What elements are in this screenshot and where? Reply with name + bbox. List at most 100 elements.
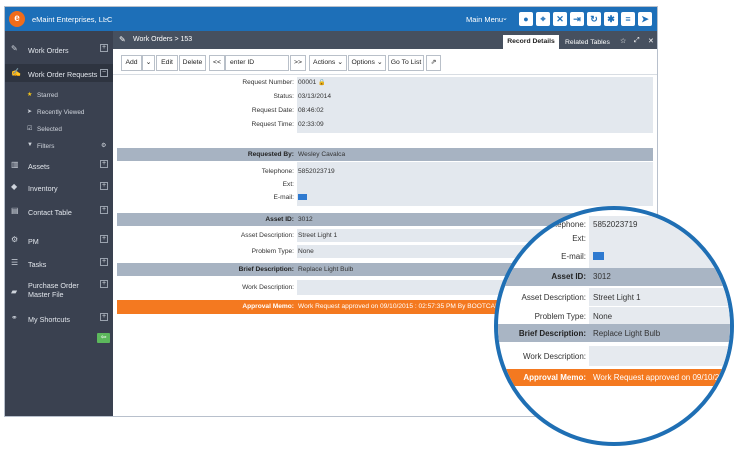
export-icon[interactable]: ⇗ (426, 55, 441, 71)
filter-icon: ▼ (27, 142, 33, 148)
next-record-button[interactable]: >> (290, 55, 306, 71)
gears-icon: ⚙ (11, 235, 19, 244)
brief-description-label: Brief Description: (238, 266, 294, 273)
add-button[interactable]: Add (121, 55, 142, 71)
refresh-icon[interactable]: ↻ (587, 12, 601, 26)
email-value[interactable] (298, 194, 307, 202)
sidebar-item-purchase-order-master-file[interactable]: ▰ Purchase Order Master File + (5, 279, 113, 303)
sidebar-subitem-recently-viewed[interactable]: ➤ Recently Viewed (5, 107, 113, 119)
expand-icon[interactable]: + (100, 235, 108, 243)
options-label: Options (351, 59, 375, 66)
chevron-down-icon: ⌄ (337, 59, 343, 66)
zoom-ext-label: Ext: (572, 234, 586, 243)
requested-by-value[interactable]: Wesley Cavalca (298, 151, 345, 158)
sidebar-item-tasks[interactable]: ☰ Tasks + (5, 257, 113, 271)
sidebar-item-label: Inventory (28, 184, 58, 193)
company-selector[interactable]: eMaint Enterprises, LLC (32, 15, 112, 24)
sidebar-subitem-selected[interactable]: ☑ Selected (5, 124, 113, 136)
pin-icon[interactable]: ⌖ (536, 12, 550, 26)
sidebar-item-label: Work Order Requests (28, 70, 98, 79)
user-icon[interactable]: ● (519, 12, 533, 26)
expand-icon[interactable]: + (100, 280, 108, 288)
record-toolbar: Add ⌄ Edit Delete << enter ID >> Actions… (113, 49, 657, 75)
check-icon: ☑ (27, 126, 33, 132)
tab-record-details[interactable]: Record Details (503, 35, 559, 49)
close-icon[interactable]: ✕ (553, 12, 567, 26)
main-menu-button[interactable]: Main Menu (466, 15, 503, 24)
ext-label: Ext: (282, 181, 294, 188)
sidebar-subitem-starred[interactable]: ★ Starred (5, 90, 113, 102)
link-icon: ⚭ (11, 313, 18, 322)
sidebar: ✎ Work Orders + ✍ Work Order Requests − … (5, 31, 113, 416)
options-menu[interactable]: Options ⌄ (348, 55, 386, 71)
chevron-down-icon[interactable]: ⌄ (502, 14, 508, 22)
previous-record-button[interactable]: << (209, 55, 225, 71)
asset-id-value[interactable]: 3012 (298, 216, 313, 223)
zoom-work-description-field (589, 346, 730, 366)
delete-button[interactable]: Delete (179, 55, 206, 71)
expand-icon[interactable]: + (100, 258, 108, 266)
contact-info-box (297, 162, 653, 206)
chevron-down-icon[interactable]: ⌄ (103, 14, 109, 22)
request-info-box (297, 77, 653, 133)
tab-related-tables[interactable]: Related Tables (565, 39, 610, 46)
sidebar-item-contact-table[interactable]: ▤ Contact Table + (5, 205, 113, 219)
collapse-sidebar-button[interactable]: ⇦ (97, 333, 110, 343)
request-date-value: 08:46:02 (298, 107, 324, 114)
menu-icon[interactable]: ≡ (621, 12, 635, 26)
sidebar-item-label: Contact Table (28, 208, 72, 217)
star-icon[interactable]: ☆ (620, 37, 626, 45)
zoom-email-value (593, 252, 604, 262)
requested-by-label: Requested By: (247, 151, 294, 158)
wrench-icon: ✎ (11, 44, 18, 53)
record-id-input[interactable]: enter ID (225, 55, 289, 71)
mail-icon[interactable] (298, 194, 307, 200)
expand-icon[interactable]: ⤢ (634, 37, 640, 45)
sidebar-subitem-label: Selected (37, 126, 62, 133)
email-label: E-mail: (273, 194, 294, 201)
zoom-approval-memo-label: Approval Memo: (523, 373, 586, 382)
settings-icon[interactable]: ✱ (604, 12, 618, 26)
expand-icon[interactable]: + (100, 182, 108, 190)
actions-label: Actions (313, 59, 336, 66)
sidebar-item-assets[interactable]: ▥ Assets + (5, 159, 113, 173)
barcode-icon: ▥ (11, 160, 19, 169)
requested-by-row: Requested By: Wesley Cavalca (117, 148, 653, 161)
expand-icon[interactable]: + (100, 206, 108, 214)
zoom-brief-description-label: Brief Description: (518, 329, 586, 338)
edit-button[interactable]: Edit (156, 55, 178, 71)
sidebar-item-work-orders[interactable]: ✎ Work Orders + (5, 43, 113, 57)
approval-memo-value: Work Request approved on 09/10/2015 : 02… (298, 303, 511, 310)
collapse-icon[interactable]: − (100, 69, 108, 77)
navigate-icon[interactable]: ➤ (638, 12, 652, 26)
sidebar-item-inventory[interactable]: ◆ Inventory + (5, 181, 113, 195)
tag-icon: ◆ (11, 182, 18, 191)
zoom-asset-description-value: Street Light 1 (593, 293, 641, 302)
close-icon[interactable]: ✕ (648, 37, 654, 45)
settings-icon[interactable]: ⚙ (101, 142, 106, 149)
sidebar-item-label: Work Orders (28, 46, 69, 55)
actions-menu[interactable]: Actions ⌄ (309, 55, 347, 71)
breadcrumb[interactable]: Work Orders > 153 (133, 36, 192, 43)
emaint-logo[interactable]: e (9, 11, 25, 27)
sidebar-item-my-shortcuts[interactable]: ⚭ My Shortcuts + (5, 312, 113, 326)
chevron-down-icon: ⌄ (145, 59, 152, 66)
expand-icon[interactable]: + (100, 160, 108, 168)
sidebar-item-label: My Shortcuts (28, 315, 70, 324)
go-to-list-button[interactable]: Go To List (388, 55, 424, 71)
logout-icon[interactable]: ⇥ (570, 12, 584, 26)
expand-icon[interactable]: + (100, 313, 108, 321)
list-icon: ☰ (11, 258, 19, 267)
asset-id-label: Asset ID: (265, 216, 294, 223)
expand-icon[interactable]: + (100, 44, 108, 52)
add-dropdown-button[interactable]: ⌄ (142, 55, 155, 71)
sidebar-subitem-filters[interactable]: ▼ Filters ⚙ (5, 141, 113, 153)
mail-icon (593, 252, 604, 260)
sidebar-item-pm[interactable]: ⚙ PM + (5, 234, 113, 248)
request-time-label: Request Time: (251, 121, 294, 128)
sidebar-item-label: Purchase Order Master File (28, 281, 79, 299)
sidebar-item-work-order-requests[interactable]: ✍ Work Order Requests − (5, 64, 113, 82)
zoom-telephone-label: Telephone: (546, 220, 586, 229)
contact-icon: ▤ (11, 206, 19, 215)
sidebar-item-label: Tasks (28, 260, 47, 269)
